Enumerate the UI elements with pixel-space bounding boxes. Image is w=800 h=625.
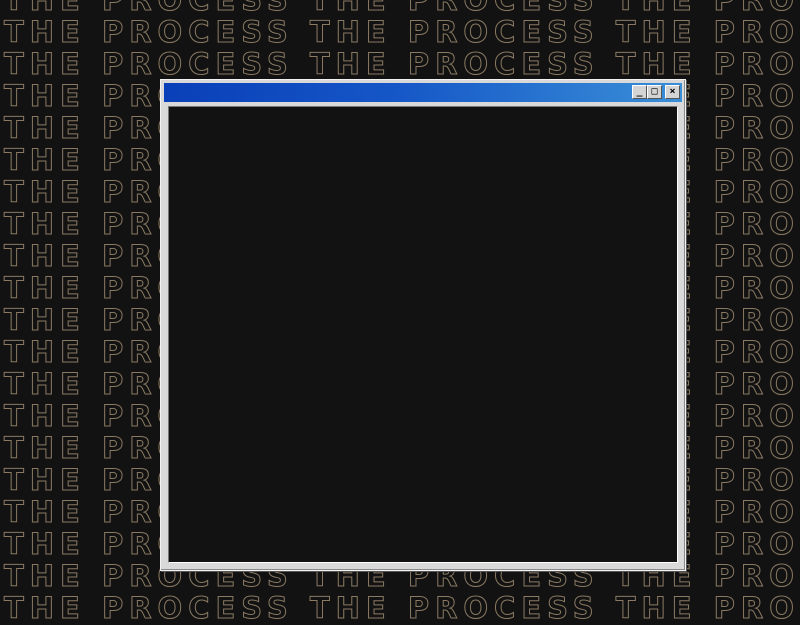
maximize-button[interactable]: □ xyxy=(647,85,662,99)
minimize-button[interactable]: _ xyxy=(632,85,647,99)
window: _ □ × xyxy=(160,79,686,571)
minimize-icon: _ xyxy=(636,86,643,97)
pattern-row: THE PROCESS THE PROCESS THE PROCESS THE … xyxy=(4,15,800,49)
close-icon: × xyxy=(669,86,676,97)
close-button[interactable]: × xyxy=(665,85,680,99)
window-controls: _ □ × xyxy=(632,85,680,99)
maximize-icon: □ xyxy=(651,86,658,97)
pattern-row: THE PROCESS THE PROCESS THE PROCESS THE … xyxy=(4,591,800,625)
pattern-row: THE PROCESS THE PROCESS THE PROCESS THE … xyxy=(4,47,800,81)
window-content xyxy=(168,106,678,563)
title-bar[interactable]: _ □ × xyxy=(164,83,682,102)
pattern-row: THE PROCESS THE PROCESS THE PROCESS THE … xyxy=(4,0,800,17)
